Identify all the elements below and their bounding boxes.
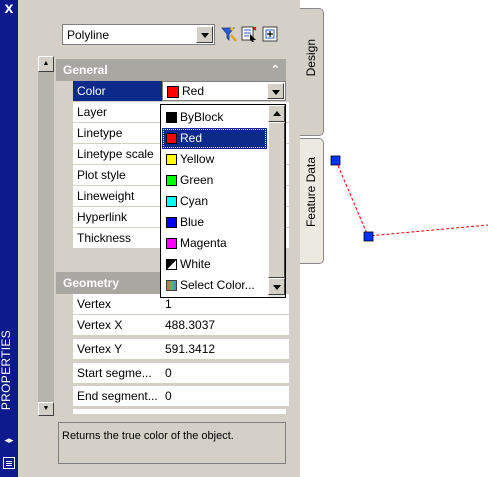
color-option-label: Yellow (180, 152, 215, 166)
color-swatch (166, 175, 177, 186)
chevron-down-icon[interactable] (267, 83, 284, 99)
scroll-up-icon[interactable] (268, 105, 285, 122)
quick-select-icon[interactable] (220, 25, 238, 43)
grip-point[interactable] (363, 231, 374, 242)
color-option-label: Magenta (180, 236, 227, 250)
property-name: Color (73, 81, 166, 101)
color-option-red[interactable]: Red (162, 128, 267, 149)
property-row-vertex-x[interactable]: Vertex X 488.3037 (73, 315, 289, 336)
color-option-label: Cyan (180, 194, 209, 208)
polyline[interactable] (335, 160, 488, 237)
scroll-down-icon[interactable] (268, 278, 285, 295)
property-value[interactable]: 0 (162, 386, 289, 406)
tab-design[interactable]: Design (300, 8, 324, 136)
collapse-icon[interactable]: ⌃ (271, 59, 280, 81)
color-option-byblock[interactable]: ByBlock (162, 107, 267, 128)
color-option-magenta[interactable]: Magenta (162, 233, 267, 254)
color-swatch (166, 259, 177, 270)
property-name: Linetype (73, 123, 166, 143)
category-general-label: General (63, 63, 108, 77)
palette-icon (166, 280, 177, 291)
auto-hide-icon[interactable]: ◂▸ (2, 434, 16, 446)
category-geometry-label: Geometry (63, 276, 120, 290)
property-row-vertex-y[interactable]: Vertex Y 591.3412 (73, 339, 289, 360)
property-name: Linetype scale (73, 144, 166, 164)
pickadd-icon[interactable] (261, 25, 279, 43)
color-option-select-color[interactable]: Select Color... (162, 275, 267, 296)
color-value: Red (182, 84, 205, 98)
property-name: Vertex X (73, 315, 166, 335)
select-objects-icon[interactable] (240, 25, 258, 43)
object-type-value: Polyline (67, 28, 110, 42)
row-gutter (56, 294, 73, 414)
color-swatch (167, 86, 179, 98)
color-dropdown-list[interactable]: ByBlock Red Yellow Green Cyan Blue Magen… (160, 104, 286, 298)
color-option-label: ByBlock (180, 110, 224, 124)
property-value[interactable]: 0 (162, 363, 289, 383)
partial-row (73, 408, 286, 414)
chevron-down-icon[interactable] (196, 26, 213, 43)
color-option-label: Blue (180, 215, 205, 229)
color-option-blue[interactable]: Blue (162, 212, 267, 233)
color-swatch (166, 196, 177, 207)
category-general[interactable]: General ⌃ (56, 59, 286, 81)
vertical-scrollbar[interactable]: ▲ ▼ (38, 56, 54, 416)
tab-design-label: Design (304, 39, 318, 77)
dropdown-scrollbar[interactable] (268, 105, 285, 297)
scroll-down-icon[interactable]: ▼ (38, 402, 54, 416)
object-type-select[interactable]: Polyline (62, 24, 215, 45)
grip-point[interactable] (330, 155, 341, 166)
property-name: Lineweight (73, 186, 166, 206)
color-select[interactable]: Red (162, 81, 286, 101)
color-option-label: Red (180, 131, 203, 145)
property-description: Returns the true color of the object. (58, 422, 286, 464)
property-name: Thickness (73, 228, 166, 248)
property-row-end-segment[interactable]: End segment... 0 (73, 386, 289, 407)
property-name: Plot style (73, 165, 166, 185)
property-name: Start segme... (73, 363, 166, 383)
property-name: Hyperlink (73, 207, 166, 227)
row-gutter (56, 81, 73, 265)
property-name: End segment... (73, 386, 166, 406)
color-option-label: Select Color... (180, 278, 255, 292)
palette-menu-icon[interactable] (3, 457, 15, 469)
color-option-yellow[interactable]: Yellow (162, 149, 267, 170)
close-icon[interactable]: x (0, 0, 18, 20)
color-option-white[interactable]: White (162, 254, 267, 275)
color-swatch (166, 133, 177, 144)
color-swatch (166, 217, 177, 228)
scroll-thumb[interactable] (268, 122, 285, 278)
property-row-start-segment[interactable]: Start segme... 0 (73, 363, 289, 384)
color-swatch (166, 238, 177, 249)
color-option-label: White (180, 257, 211, 271)
property-name: Vertex Y (73, 339, 166, 359)
scroll-up-icon[interactable]: ▲ (38, 56, 54, 72)
color-option-cyan[interactable]: Cyan (162, 191, 267, 212)
drawing-canvas[interactable] (320, 140, 488, 260)
property-name: Vertex (73, 294, 166, 314)
color-swatch (166, 154, 177, 165)
property-name: Layer (73, 102, 166, 122)
property-value[interactable]: 591.3412 (162, 339, 289, 359)
color-option-label: Green (180, 173, 214, 187)
scroll-thumb[interactable] (38, 72, 54, 402)
color-swatch (166, 112, 177, 123)
palette-title: PROPERTIES (0, 330, 13, 411)
property-value[interactable]: 488.3037 (162, 315, 289, 335)
tab-feature-data-label: Feature Data (304, 157, 318, 228)
color-option-green[interactable]: Green (162, 170, 267, 191)
